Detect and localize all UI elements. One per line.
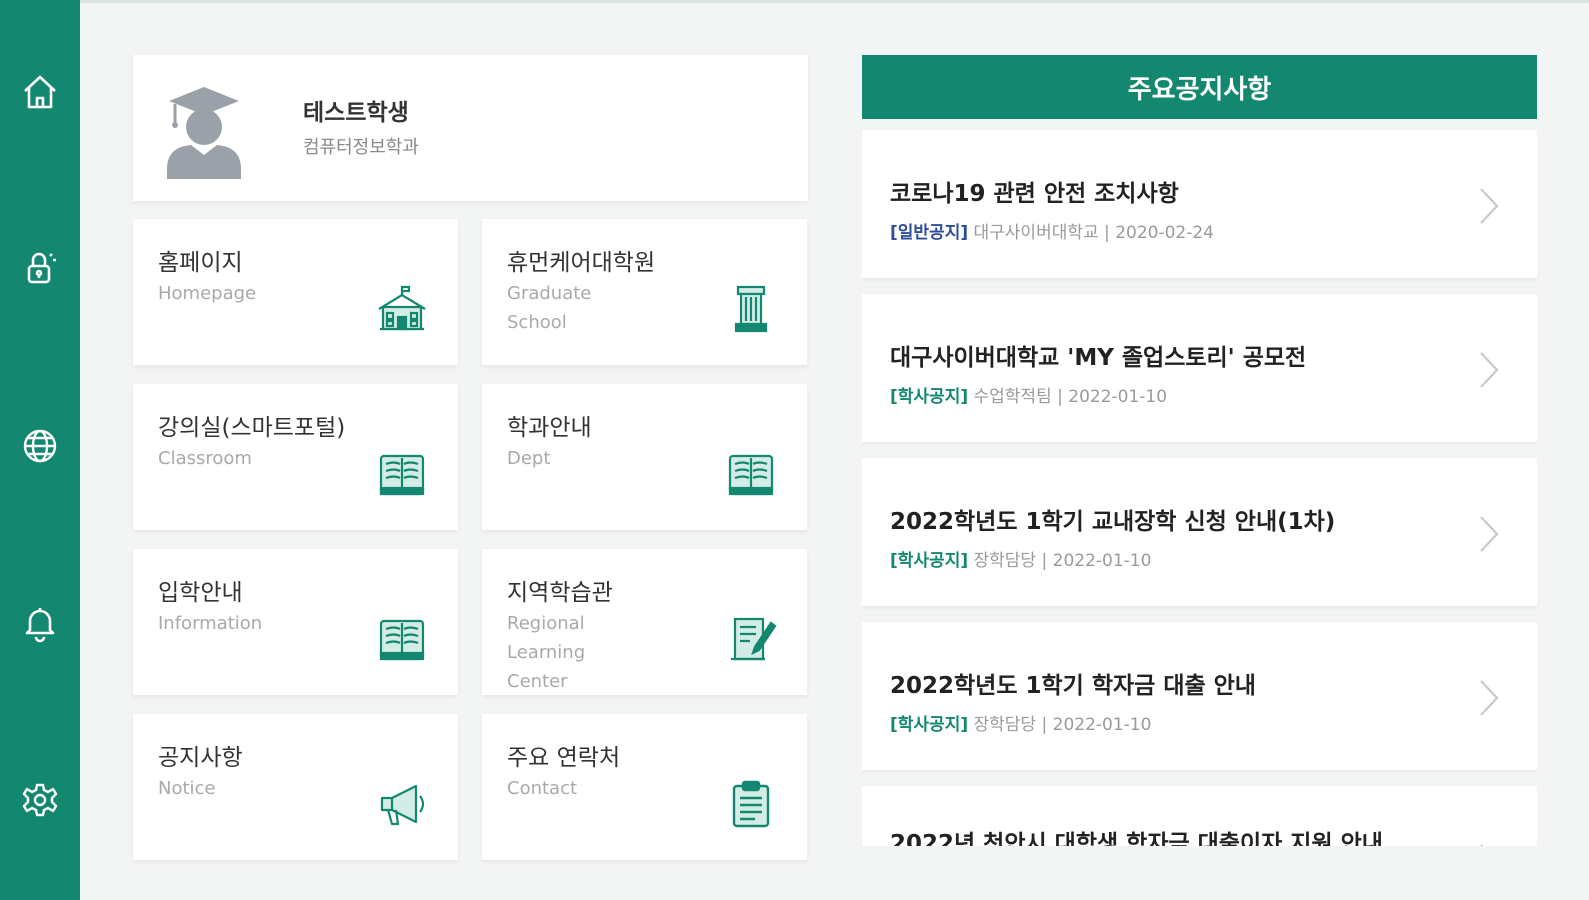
book-icon [379,454,425,496]
tile-subtitle: Notice [158,778,216,799]
tile-title: 휴먼케어대학원 [507,250,656,276]
tile-title: 공지사항 [158,745,243,771]
notice-title: 2022학년도 1학기 학자금 대출 안내 [890,673,1256,699]
tile-graduate-school[interactable]: 휴먼케어대학원 Graduate School [482,219,807,365]
book-icon [728,454,774,496]
notice-date: 2022-01-10 [1068,387,1168,407]
tile-contact[interactable]: 주요 연락처 Contact [482,714,807,860]
tile-title: 학과안내 [507,415,592,441]
clipboard-icon [732,780,770,828]
notice-category: [학사공지] [890,387,969,407]
chevron-right-icon [1480,680,1499,716]
tile-title: 지역학습관 [507,580,613,606]
notice-title: 2022학년도 1학기 교내장학 신청 안내(1차) [890,509,1336,535]
tile-title: 홈페이지 [158,250,243,276]
notice-meta: [학사공지] 수업학적팀 | 2022-01-10 [890,382,1167,407]
pillar-icon [734,285,768,333]
tile-subtitle: Graduate School [507,283,592,333]
chevron-right-icon [1480,188,1499,224]
top-border [80,0,1589,3]
notice-category: [일반공지] [890,223,969,243]
tile-subtitle: Homepage [158,283,257,304]
notice-title: 대구사이버대학교 'MY 졸업스토리' 공모전 [890,345,1307,371]
notice-meta: [학사공지] 장학담당 | 2022-01-10 [890,710,1151,735]
notice-panel-title: 주요공지사항 [862,55,1537,119]
tile-subtitle: Dept [507,448,551,469]
tile-subtitle: Contact [507,778,578,799]
sidebar-settings-button[interactable] [14,774,66,826]
notice-item[interactable]: 대구사이버대학교 'MY 졸업스토리' 공모전 [학사공지] 수업학적팀 | 2… [862,294,1537,442]
sidebar-home-button[interactable] [14,66,66,118]
notice-date: 2020-02-24 [1115,223,1214,243]
sidebar-bell-button[interactable] [14,597,66,649]
sidebar-lock-button[interactable] [14,242,66,294]
tile-subtitle: Information [158,613,263,634]
bell-icon [25,608,55,643]
meta-separator: | [1104,223,1110,243]
tile-title: 입학안내 [158,580,243,606]
chevron-right-icon [1480,844,1484,846]
notice-date: 2022-01-10 [1052,551,1152,571]
notice-item[interactable]: 2022학년도 1학기 학자금 대출 안내 [학사공지] 장학담당 | 2022… [862,622,1537,770]
notice-category: [학사공지] [890,551,969,571]
notice-author: 수업학적팀 [973,387,1052,407]
book-icon [379,619,425,661]
notice-item[interactable]: 2022년 천안시 대학생 학자금 대출이자 지원 안내 [862,786,1537,846]
notice-meta: [학사공지] 장학담당 | 2022-01-10 [890,546,1151,571]
megaphone-icon [380,784,425,826]
sidebar [0,0,80,900]
chevron-right-icon [1480,516,1499,552]
tile-subtitle: Classroom [158,448,252,469]
globe-icon [23,429,57,463]
tile-homepage[interactable]: 홈페이지 Homepage [133,219,458,365]
meta-separator: | [1041,715,1048,735]
notice-meta: [일반공지] 대구사이버대학교 | 2020-02-24 [890,218,1214,243]
sidebar-globe-button[interactable] [14,420,66,472]
notice-title: 코로나19 관련 안전 조치사항 [890,181,1179,207]
notice-date: 2022-01-10 [1052,715,1152,735]
tile-admission[interactable]: 입학안내 Information [133,549,458,695]
document-pen-icon [731,617,777,661]
gear-icon [22,783,58,817]
meta-separator: | [1041,551,1048,571]
avatar [167,87,241,179]
tile-classroom[interactable]: 강의실(스마트포털) Classroom [133,384,458,530]
school-building-icon [378,285,426,331]
notice-author: 장학담당 [973,551,1037,571]
tile-department[interactable]: 학과안내 Dept [482,384,807,530]
tile-regional-center[interactable]: 지역학습관 Regional Learning Center [482,549,807,695]
notice-item[interactable]: 2022학년도 1학기 교내장학 신청 안내(1차) [학사공지] 장학담당 |… [862,458,1537,606]
tile-subtitle: Regional Learning Center [507,613,586,692]
notice-title: 2022년 천안시 대학생 학자금 대출이자 지원 안내 [890,831,1383,846]
profile-card: 테스트학생 컴퓨터정보학과 [133,55,808,201]
notice-author: 장학담당 [973,715,1037,735]
lock-icon [27,252,56,284]
notice-category: [학사공지] [890,715,969,735]
tile-title: 강의실(스마트포털) [158,415,346,441]
student-department: 컴퓨터정보학과 [303,137,419,158]
student-name: 테스트학생 [303,100,409,126]
tile-title: 주요 연락처 [507,745,621,771]
chevron-right-icon [1480,352,1499,388]
meta-separator: | [1057,387,1063,407]
home-icon [24,75,56,109]
notice-item[interactable]: 코로나19 관련 안전 조치사항 [일반공지] 대구사이버대학교 | 2020-… [862,130,1537,278]
notice-author: 대구사이버대학교 [973,223,1099,243]
tile-notice[interactable]: 공지사항 Notice [133,714,458,860]
notice-list[interactable]: 코로나19 관련 안전 조치사항 [일반공지] 대구사이버대학교 | 2020-… [862,130,1537,846]
